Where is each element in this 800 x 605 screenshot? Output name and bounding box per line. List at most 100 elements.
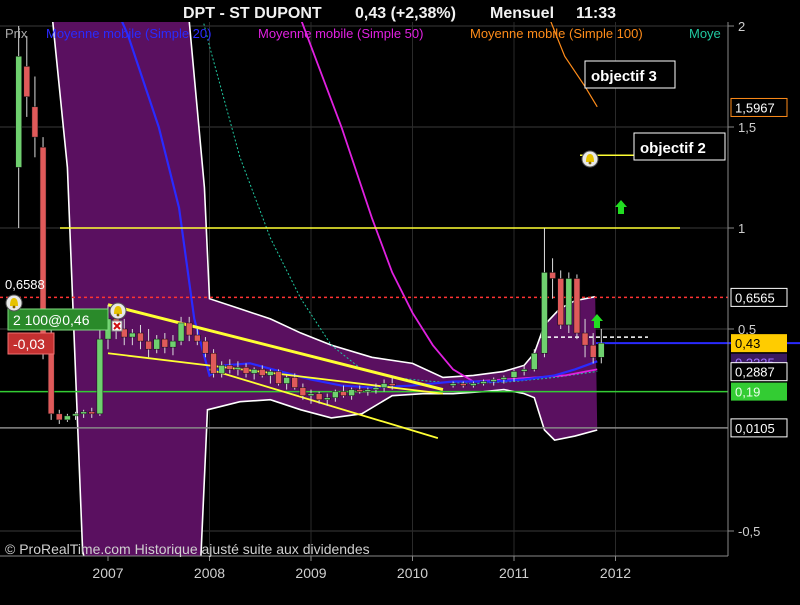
right-value-label-text: 0,0105 — [735, 421, 775, 436]
legend: Prix Moyenne mobile (Simple 20) Moyenne … — [5, 26, 721, 41]
objective-2-label: objectif 2 — [640, 140, 706, 157]
candle-body — [88, 411, 96, 415]
candle-body — [80, 411, 87, 415]
chart-root: DPT - ST DUPONT 0,43 (+2,38%) Mensuel 11… — [0, 0, 800, 600]
left-price-label: 0,6588 — [5, 277, 45, 292]
candle-body — [291, 377, 299, 388]
right-value-label: 0,19 — [731, 382, 787, 401]
candle-body — [275, 371, 282, 384]
x-tick-label: 2012 — [600, 565, 631, 581]
x-tick-label: 2011 — [499, 565, 529, 581]
candle-body — [348, 389, 355, 396]
candle-body — [372, 387, 380, 390]
candle-body — [72, 413, 79, 417]
right-value-label: 1,5967 — [730, 97, 788, 117]
bell-icon[interactable] — [5, 294, 23, 312]
position-label: 2 100@0,46 — [13, 312, 90, 328]
candle-body — [210, 352, 217, 374]
candle-body — [549, 272, 556, 279]
candle-body — [299, 387, 307, 396]
candle-body — [557, 278, 564, 326]
right-value-label-text: 0,19 — [735, 385, 760, 400]
candle-body — [356, 389, 363, 392]
candle-body — [565, 278, 573, 326]
candle-body — [332, 391, 339, 398]
candle-body — [598, 342, 605, 358]
right-value-label: 0,0105 — [730, 418, 788, 438]
objective-3-box[interactable]: objectif 3 — [584, 60, 676, 89]
y-tick-label: -0,5 — [738, 524, 760, 539]
candle-body — [283, 377, 290, 384]
price-chart[interactable]: DPT - ST DUPONT 0,43 (+2,38%) Mensuel 11… — [0, 0, 800, 600]
candle-body — [323, 397, 331, 400]
candle-body — [161, 338, 169, 348]
y-tick-label: 1 — [738, 221, 745, 236]
candle-body — [169, 340, 177, 348]
right-value-label-text: 0,6565 — [735, 290, 775, 305]
x-tick-label: 2010 — [397, 565, 428, 581]
candle-body — [15, 56, 22, 168]
x-tick-label: 2007 — [92, 565, 123, 581]
candle-body — [218, 365, 225, 374]
right-value-label: 0,2887 — [730, 362, 788, 382]
candle-body — [520, 369, 528, 372]
legend-item-ma50[interactable]: Moyenne mobile (Simple 50) — [258, 26, 423, 41]
legend-price-label: Prix — [5, 26, 28, 41]
candle-body — [47, 348, 55, 415]
header-time: 11:33 — [576, 5, 616, 22]
candle-body — [581, 332, 589, 346]
legend-item-ma100[interactable]: Moyenne mobile (Simple 100) — [470, 26, 643, 41]
x-tick-label: 2008 — [194, 565, 225, 581]
candle-body — [380, 383, 388, 388]
right-value-label-text: 1,5967 — [735, 100, 775, 115]
candle-body — [23, 66, 31, 97]
candle-body — [56, 413, 63, 421]
watermark: © ProRealTime.com Historique ajusté suit… — [5, 541, 370, 557]
candle-body — [234, 367, 242, 370]
candle-body — [531, 352, 538, 370]
candle-body — [259, 369, 266, 376]
candle-body — [510, 371, 518, 378]
legend-item-ma20[interactable]: Moyenne mobile (Simple 20) — [46, 26, 211, 41]
candle-body — [153, 338, 160, 350]
legend-item-more[interactable]: Moye — [689, 26, 721, 41]
candle-body — [490, 379, 497, 382]
candle-body — [449, 383, 457, 386]
candle-body — [500, 377, 508, 380]
candle-body — [541, 272, 548, 354]
right-value-label: 0,6565 — [730, 287, 788, 307]
candle-body — [307, 393, 315, 396]
right-value-label: 0,43 — [731, 334, 787, 353]
bell-icon[interactable] — [109, 302, 127, 320]
candle-body — [315, 393, 323, 400]
candle-body — [129, 332, 136, 338]
y-tick-label: 2 — [738, 19, 745, 34]
candle-body — [185, 322, 193, 336]
objective-3-label: objectif 3 — [591, 68, 657, 85]
candle-body — [364, 389, 372, 392]
position-badge[interactable]: 2 100@0,46 — [7, 308, 109, 331]
y-tick-label: 1,5 — [738, 120, 756, 135]
candle-body — [460, 383, 467, 386]
candle-body — [137, 332, 144, 342]
candle-body — [589, 344, 597, 358]
candle-body — [242, 367, 250, 374]
right-value-label-text: 0,43 — [735, 336, 760, 351]
candle-body — [480, 381, 487, 384]
candle-body — [340, 391, 347, 396]
pnl-label: -0,03 — [13, 336, 45, 352]
x-tick-label: 2009 — [295, 565, 326, 581]
candle-body — [267, 371, 274, 376]
header-title: DPT - ST DUPONT — [183, 5, 322, 22]
bell-icon[interactable] — [581, 150, 599, 168]
close-icon[interactable] — [111, 320, 123, 332]
header-quote: 0,43 (+2,38%) — [355, 5, 456, 22]
objective-2-box[interactable]: objectif 2 — [633, 132, 726, 161]
candle-body — [194, 334, 201, 342]
candle-body — [573, 278, 581, 334]
candle-body — [96, 338, 104, 415]
candle-body — [226, 365, 234, 370]
right-value-label-text: 0,2887 — [735, 365, 775, 380]
candle-body — [64, 415, 71, 421]
pnl-badge[interactable]: -0,03 — [7, 332, 55, 355]
